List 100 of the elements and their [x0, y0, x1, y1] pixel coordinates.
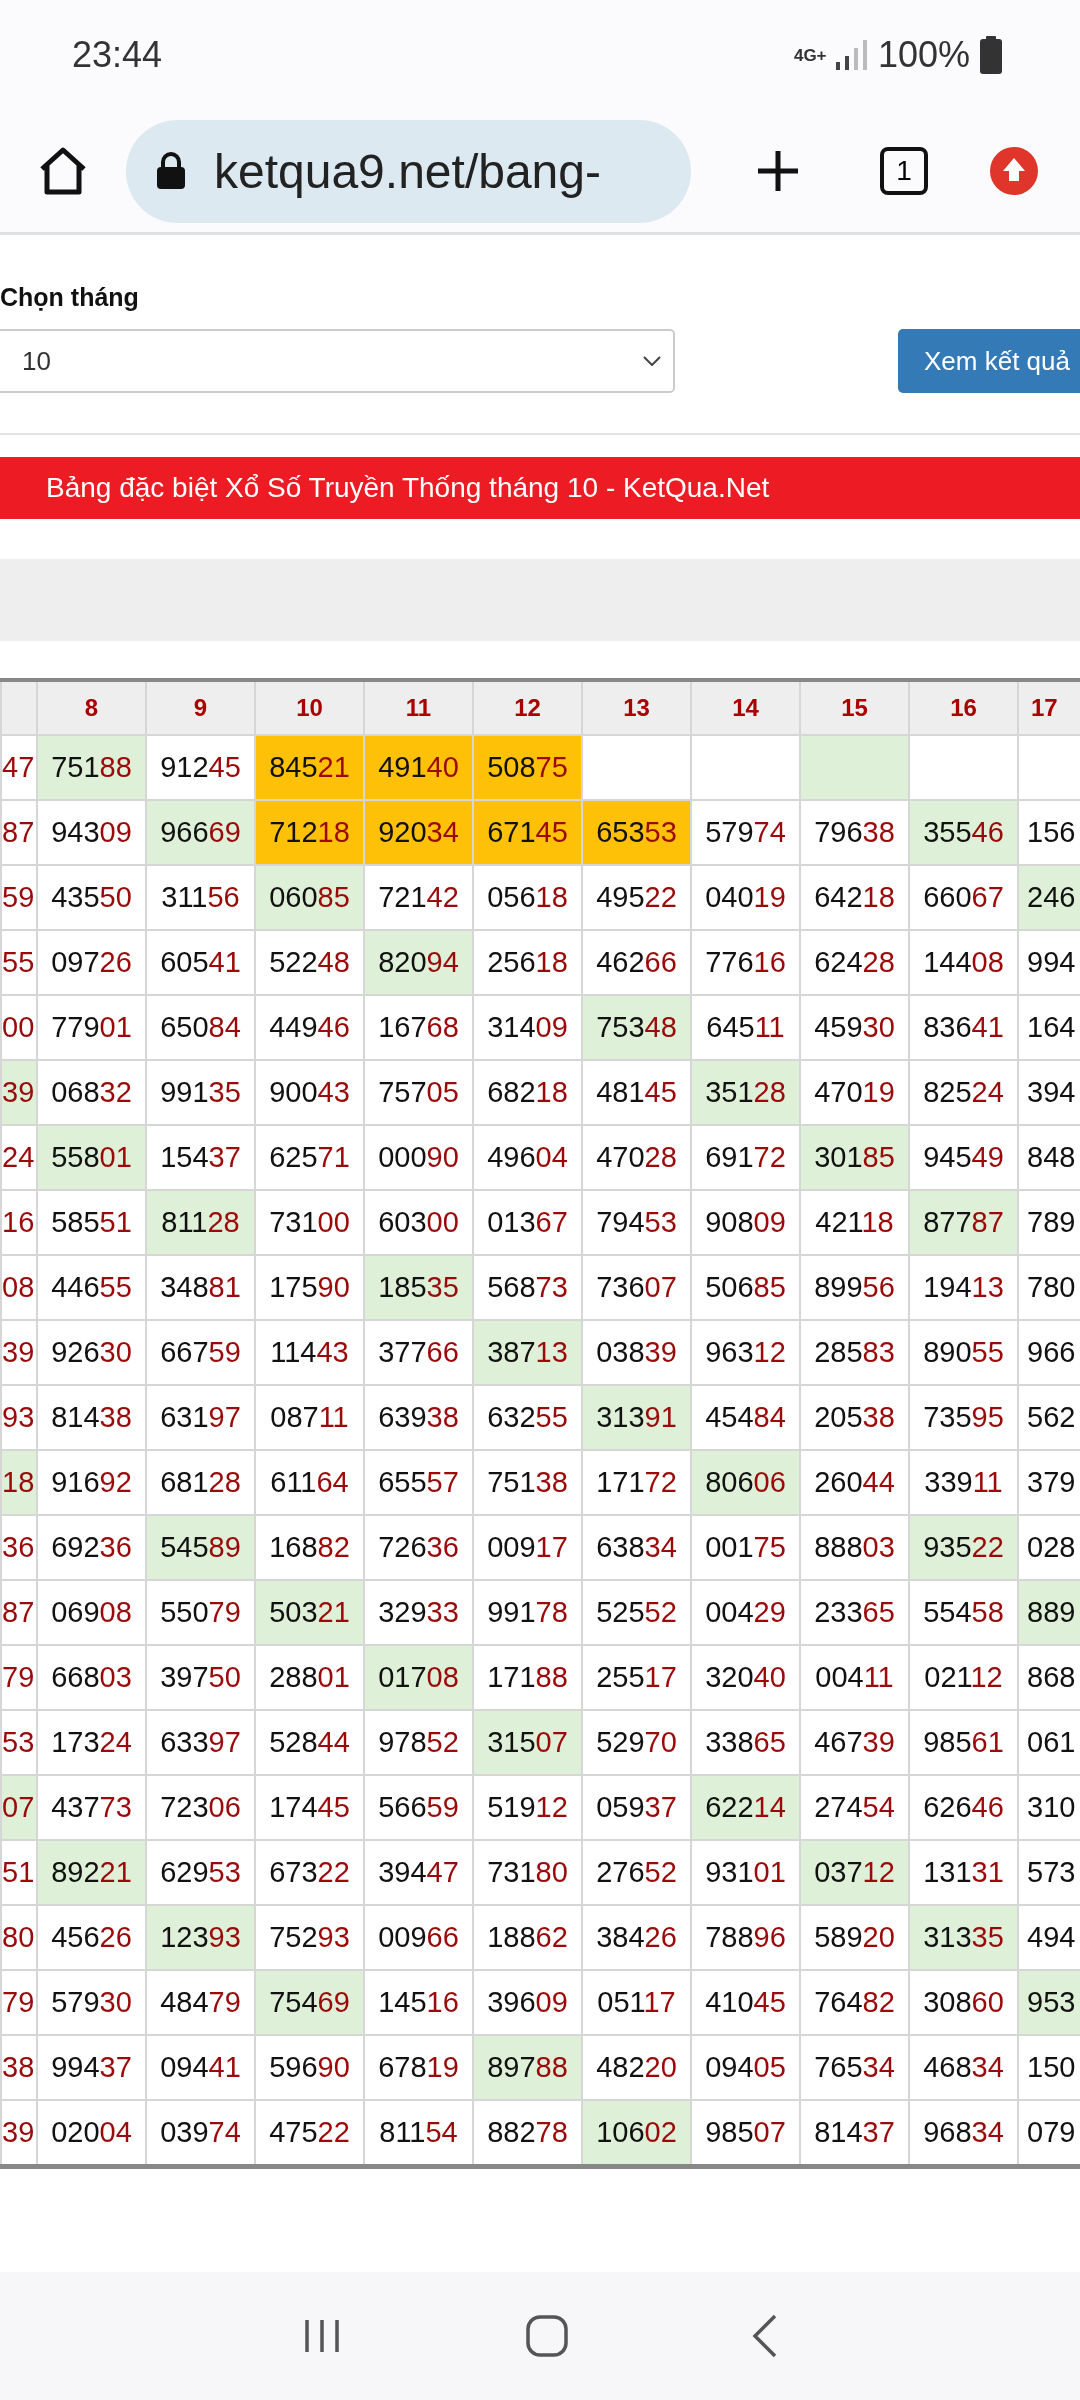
- number-digits: 503: [269, 1596, 318, 1628]
- last-two-digits: 37: [99, 2051, 132, 2083]
- number-digits: 145: [378, 1986, 427, 2018]
- number-digits: 653: [596, 816, 645, 848]
- column-header: 15: [800, 680, 909, 735]
- number-digits: 558: [51, 1141, 100, 1173]
- last-two-digits: 95: [971, 1401, 1004, 1433]
- last-two-digits: 51: [99, 1206, 132, 1238]
- number-digits: 260: [814, 1466, 863, 1498]
- last-two-digits: 00: [2, 1011, 35, 1043]
- last-two-digits: 34: [862, 2051, 895, 2083]
- number-digits: 788: [705, 1921, 754, 1953]
- number-digits: 735: [923, 1401, 972, 1433]
- recent-apps-icon[interactable]: [302, 2318, 342, 2354]
- number-digits: 496: [487, 1141, 536, 1173]
- number-digits: 079: [1027, 2116, 1076, 2148]
- last-two-digits: 73: [99, 1791, 132, 1823]
- last-two-digits: 97: [208, 1726, 241, 1758]
- last-two-digits: 01: [753, 1856, 786, 1888]
- last-two-digits: 38: [2, 2051, 35, 2083]
- home-button-icon[interactable]: [526, 2315, 568, 2357]
- last-two-digits: 09: [535, 1986, 568, 2018]
- number-digits: 131: [923, 1856, 972, 1888]
- plus-icon[interactable]: [756, 149, 800, 193]
- address-bar[interactable]: ketqua9.net/bang-: [126, 119, 691, 223]
- number-digits: 585: [51, 1206, 100, 1238]
- last-two-digits: 52: [426, 1726, 459, 1758]
- last-two-digits: 37: [208, 1141, 241, 1173]
- table-title-banner: Bảng đặc biệt Xổ Số Truyền Thống tháng 10 - KetQua.Net: [0, 457, 1080, 519]
- number-digits: 671: [487, 816, 536, 848]
- number-digits: 329: [378, 1596, 427, 1628]
- number-digits: 668: [51, 1661, 100, 1693]
- tab-count-button[interactable]: 1: [880, 147, 928, 195]
- last-two-digits: 79: [208, 1986, 241, 2018]
- last-two-digits: 83: [862, 1336, 895, 1368]
- last-two-digits: 16: [2, 1206, 35, 1238]
- number-digits: 094: [160, 2051, 209, 2083]
- number-digits: 456: [51, 1921, 100, 1953]
- number-digits: 908: [705, 1206, 754, 1238]
- last-two-digits: 44: [317, 1726, 350, 1758]
- number-digits: 377: [378, 1336, 427, 1368]
- month-label: Chọn tháng: [0, 283, 140, 312]
- last-two-digits: 08: [971, 946, 1004, 978]
- last-two-digits: 65: [862, 1596, 895, 1628]
- last-two-digits: 21: [99, 1856, 132, 1888]
- number-digits: 396: [487, 1986, 536, 2018]
- last-two-digits: 78: [535, 1596, 568, 1628]
- number-digits: 943: [51, 816, 100, 848]
- last-two-digits: 26: [99, 1921, 132, 1953]
- last-two-digits: 28: [207, 1206, 240, 1238]
- last-two-digits: 14: [753, 1791, 786, 1823]
- month-select[interactable]: 10: [0, 329, 675, 393]
- last-two-digits: 09: [99, 816, 132, 848]
- back-icon[interactable]: [752, 2314, 778, 2358]
- last-two-digits: 24: [971, 1076, 1004, 1108]
- home-icon[interactable]: [38, 147, 88, 195]
- number-digits: 508: [487, 751, 536, 783]
- number-digits: 459: [814, 1011, 863, 1043]
- number-digits: 825: [923, 1076, 972, 1108]
- last-two-digits: 85: [753, 1271, 786, 1303]
- last-two-digits: 18: [2, 1466, 35, 1498]
- number-digits: 462: [596, 946, 645, 978]
- number-digits: 692: [51, 1531, 100, 1563]
- last-two-digits: 80: [2, 1921, 35, 1953]
- upload-icon[interactable]: [990, 147, 1038, 195]
- number-digits: 753: [596, 1011, 645, 1043]
- last-two-digits: 50: [99, 881, 132, 913]
- number-digits: 525: [596, 1596, 645, 1628]
- last-two-digits: 11: [754, 1011, 785, 1043]
- last-two-digits: 07: [753, 2116, 786, 2148]
- number-digits: 481: [596, 1076, 645, 1108]
- number-digits: 726: [378, 1531, 427, 1563]
- number-digits: 037: [814, 1856, 863, 1888]
- last-two-digits: 39: [2, 2116, 35, 2148]
- last-two-digits: 21: [317, 751, 350, 783]
- last-two-digits: 42: [426, 881, 459, 913]
- last-two-digits: 78: [535, 2116, 568, 2148]
- last-two-digits: 53: [208, 1856, 241, 1888]
- number-digits: 001: [705, 1531, 754, 1563]
- last-two-digits: 18: [535, 881, 568, 913]
- column-header: 10: [255, 680, 364, 735]
- number-digits: 051: [597, 1986, 644, 2018]
- last-two-digits: 08: [2, 1271, 35, 1303]
- last-two-digits: 28: [208, 1466, 241, 1498]
- url-text: ketqua9.net/bang-: [214, 143, 601, 199]
- number-digits: 528: [269, 1726, 318, 1758]
- number-digits: 845: [269, 751, 318, 783]
- number-digits: 985: [705, 2116, 754, 2148]
- number-digits: 069: [51, 1596, 100, 1628]
- last-two-digits: 28: [862, 946, 895, 978]
- view-results-button[interactable]: Xem kết quả: [898, 329, 1080, 393]
- last-two-digits: 88: [99, 751, 132, 783]
- last-two-digits: 45: [644, 1076, 677, 1108]
- network-type: 4G+: [793, 46, 824, 64]
- last-two-digits: 66: [426, 1921, 459, 1953]
- last-two-digits: 66: [426, 1336, 459, 1368]
- number-digits: 655: [378, 1466, 427, 1498]
- last-two-digits: 32: [99, 1076, 132, 1108]
- number-digits: 991: [160, 1076, 209, 1108]
- number-digits: 233: [814, 1596, 863, 1628]
